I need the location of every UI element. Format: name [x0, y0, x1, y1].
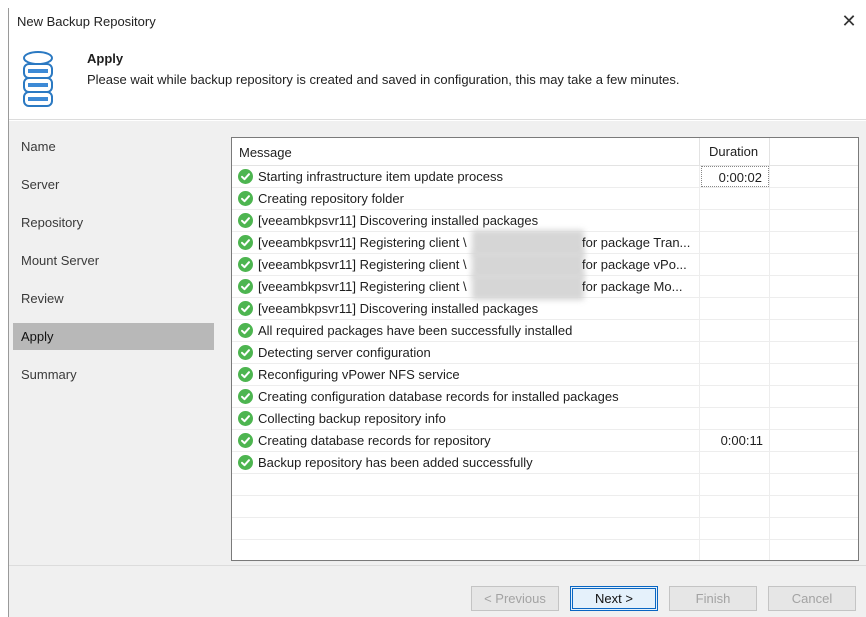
- success-check-icon: [238, 191, 253, 206]
- log-duration: [701, 232, 769, 253]
- log-row[interactable]: Detecting server configuration: [232, 342, 858, 364]
- success-check-icon: [238, 301, 253, 316]
- log-row[interactable]: Reconfiguring vPower NFS service: [232, 364, 858, 386]
- log-row[interactable]: [veeambkpsvr11] Registering client \ for …: [232, 252, 858, 278]
- log-row[interactable]: Starting infrastructure item update proc…: [232, 166, 858, 188]
- log-duration: [701, 210, 769, 231]
- next-button[interactable]: Next >: [570, 586, 658, 611]
- nav-item-server[interactable]: Server: [13, 171, 214, 198]
- step-description: Please wait while backup repository is c…: [87, 72, 680, 87]
- log-message: Creating configuration database records …: [258, 389, 619, 404]
- column-header-duration[interactable]: Duration: [709, 144, 758, 159]
- nav-item-repository[interactable]: Repository: [13, 209, 214, 236]
- log-duration: [701, 276, 769, 297]
- log-row[interactable]: Collecting backup repository info: [232, 408, 858, 430]
- nav-item-name[interactable]: Name: [13, 133, 214, 160]
- success-check-icon: [238, 345, 253, 360]
- redacted-blur: [472, 274, 584, 300]
- log-header-row: Message Duration: [232, 138, 858, 166]
- log-duration: [701, 254, 769, 275]
- success-check-icon: [238, 279, 253, 294]
- success-check-icon: [238, 455, 253, 470]
- log-message: Creating repository folder: [258, 191, 404, 206]
- log-message: [veeambkpsvr11] Discovering installed pa…: [258, 213, 539, 228]
- log-duration: [701, 364, 769, 385]
- wizard-content: Name Server Repository Mount Server Review Ap…: [9, 121, 866, 565]
- log-row[interactable]: Creating repository folder: [232, 188, 858, 210]
- log-message-tail: for package vPo...: [582, 257, 687, 272]
- wizard-steps-nav: Name Server Repository Mount Server Review Ap…: [9, 121, 214, 565]
- log-message: All required packages have been successf…: [258, 323, 573, 338]
- log-row[interactable]: Creating database records for repository…: [232, 430, 858, 452]
- log-duration: 0:00:02: [701, 166, 769, 187]
- log-row[interactable]: [veeambkpsvr11] Registering client \ for …: [232, 274, 858, 300]
- log-message: Backup repository has been added success…: [258, 455, 533, 470]
- new-backup-repository-dialog: New Backup Repository ✕ Apply Please wai…: [8, 8, 866, 617]
- log-duration: [701, 188, 769, 209]
- column-separator[interactable]: [699, 138, 700, 166]
- log-message: [veeambkpsvr11] Registering client \: [258, 235, 467, 250]
- empty-log-row: [232, 474, 858, 496]
- success-check-icon: [238, 411, 253, 426]
- log-row[interactable]: [veeambkpsvr11] Discovering installed pa…: [232, 298, 858, 320]
- column-separator[interactable]: [769, 138, 770, 166]
- title-bar: New Backup Repository ✕: [9, 8, 866, 38]
- log-duration: [701, 386, 769, 407]
- log-duration: [701, 320, 769, 341]
- log-duration: [701, 298, 769, 319]
- database-icon: [23, 51, 53, 107]
- apply-log-table: Message Duration Starting infrastructure…: [231, 137, 859, 562]
- log-row[interactable]: [veeambkpsvr11] Discovering installed pa…: [232, 210, 858, 232]
- step-title: Apply: [87, 51, 124, 66]
- log-message: [veeambkpsvr11] Registering client \: [258, 279, 467, 294]
- log-row[interactable]: Creating configuration database records …: [232, 386, 858, 408]
- log-duration: [701, 408, 769, 429]
- log-row[interactable]: All required packages have been successf…: [232, 320, 858, 342]
- success-check-icon: [238, 433, 253, 448]
- log-message-tail: for package Mo...: [582, 279, 683, 294]
- empty-log-row: [232, 540, 858, 562]
- log-message-tail: for package Tran...: [582, 235, 691, 250]
- nav-item-review[interactable]: Review: [13, 285, 214, 312]
- log-row[interactable]: [veeambkpsvr11] Registering client \ for …: [232, 230, 858, 256]
- nav-item-mount-server[interactable]: Mount Server: [13, 247, 214, 274]
- log-message: [veeambkpsvr11] Discovering installed pa…: [258, 301, 539, 316]
- log-message: Detecting server configuration: [258, 345, 431, 360]
- log-duration: 0:00:11: [720, 433, 763, 448]
- log-message: Collecting backup repository info: [258, 411, 446, 426]
- empty-log-row: [232, 496, 858, 518]
- success-check-icon: [238, 213, 253, 228]
- finish-button[interactable]: Finish: [669, 586, 757, 611]
- previous-button[interactable]: < Previous: [471, 586, 559, 611]
- success-check-icon: [238, 367, 253, 382]
- cancel-button[interactable]: Cancel: [768, 586, 856, 611]
- success-check-icon: [238, 323, 253, 338]
- log-message: Starting infrastructure item update proc…: [258, 169, 503, 184]
- success-check-icon: [238, 169, 253, 184]
- success-check-icon: [238, 389, 253, 404]
- nav-item-summary[interactable]: Summary: [13, 361, 214, 388]
- column-header-message[interactable]: Message: [239, 145, 292, 160]
- log-duration: [701, 452, 769, 473]
- nav-item-apply[interactable]: Apply: [13, 323, 214, 350]
- wizard-header: Apply Please wait while backup repositor…: [9, 38, 866, 120]
- wizard-footer: < Previous Next > Finish Cancel: [9, 565, 866, 617]
- success-check-icon: [238, 235, 253, 250]
- log-message: Reconfiguring vPower NFS service: [258, 367, 460, 382]
- close-icon[interactable]: ✕: [839, 10, 859, 32]
- log-rows: Starting infrastructure item update proc…: [232, 166, 858, 562]
- empty-log-row: [232, 518, 858, 540]
- log-row[interactable]: Backup repository has been added success…: [232, 452, 858, 474]
- success-check-icon: [238, 257, 253, 272]
- log-duration: [701, 342, 769, 363]
- log-message: Creating database records for repository: [258, 433, 491, 448]
- window-title: New Backup Repository: [17, 14, 156, 29]
- log-message: [veeambkpsvr11] Registering client \: [258, 257, 467, 272]
